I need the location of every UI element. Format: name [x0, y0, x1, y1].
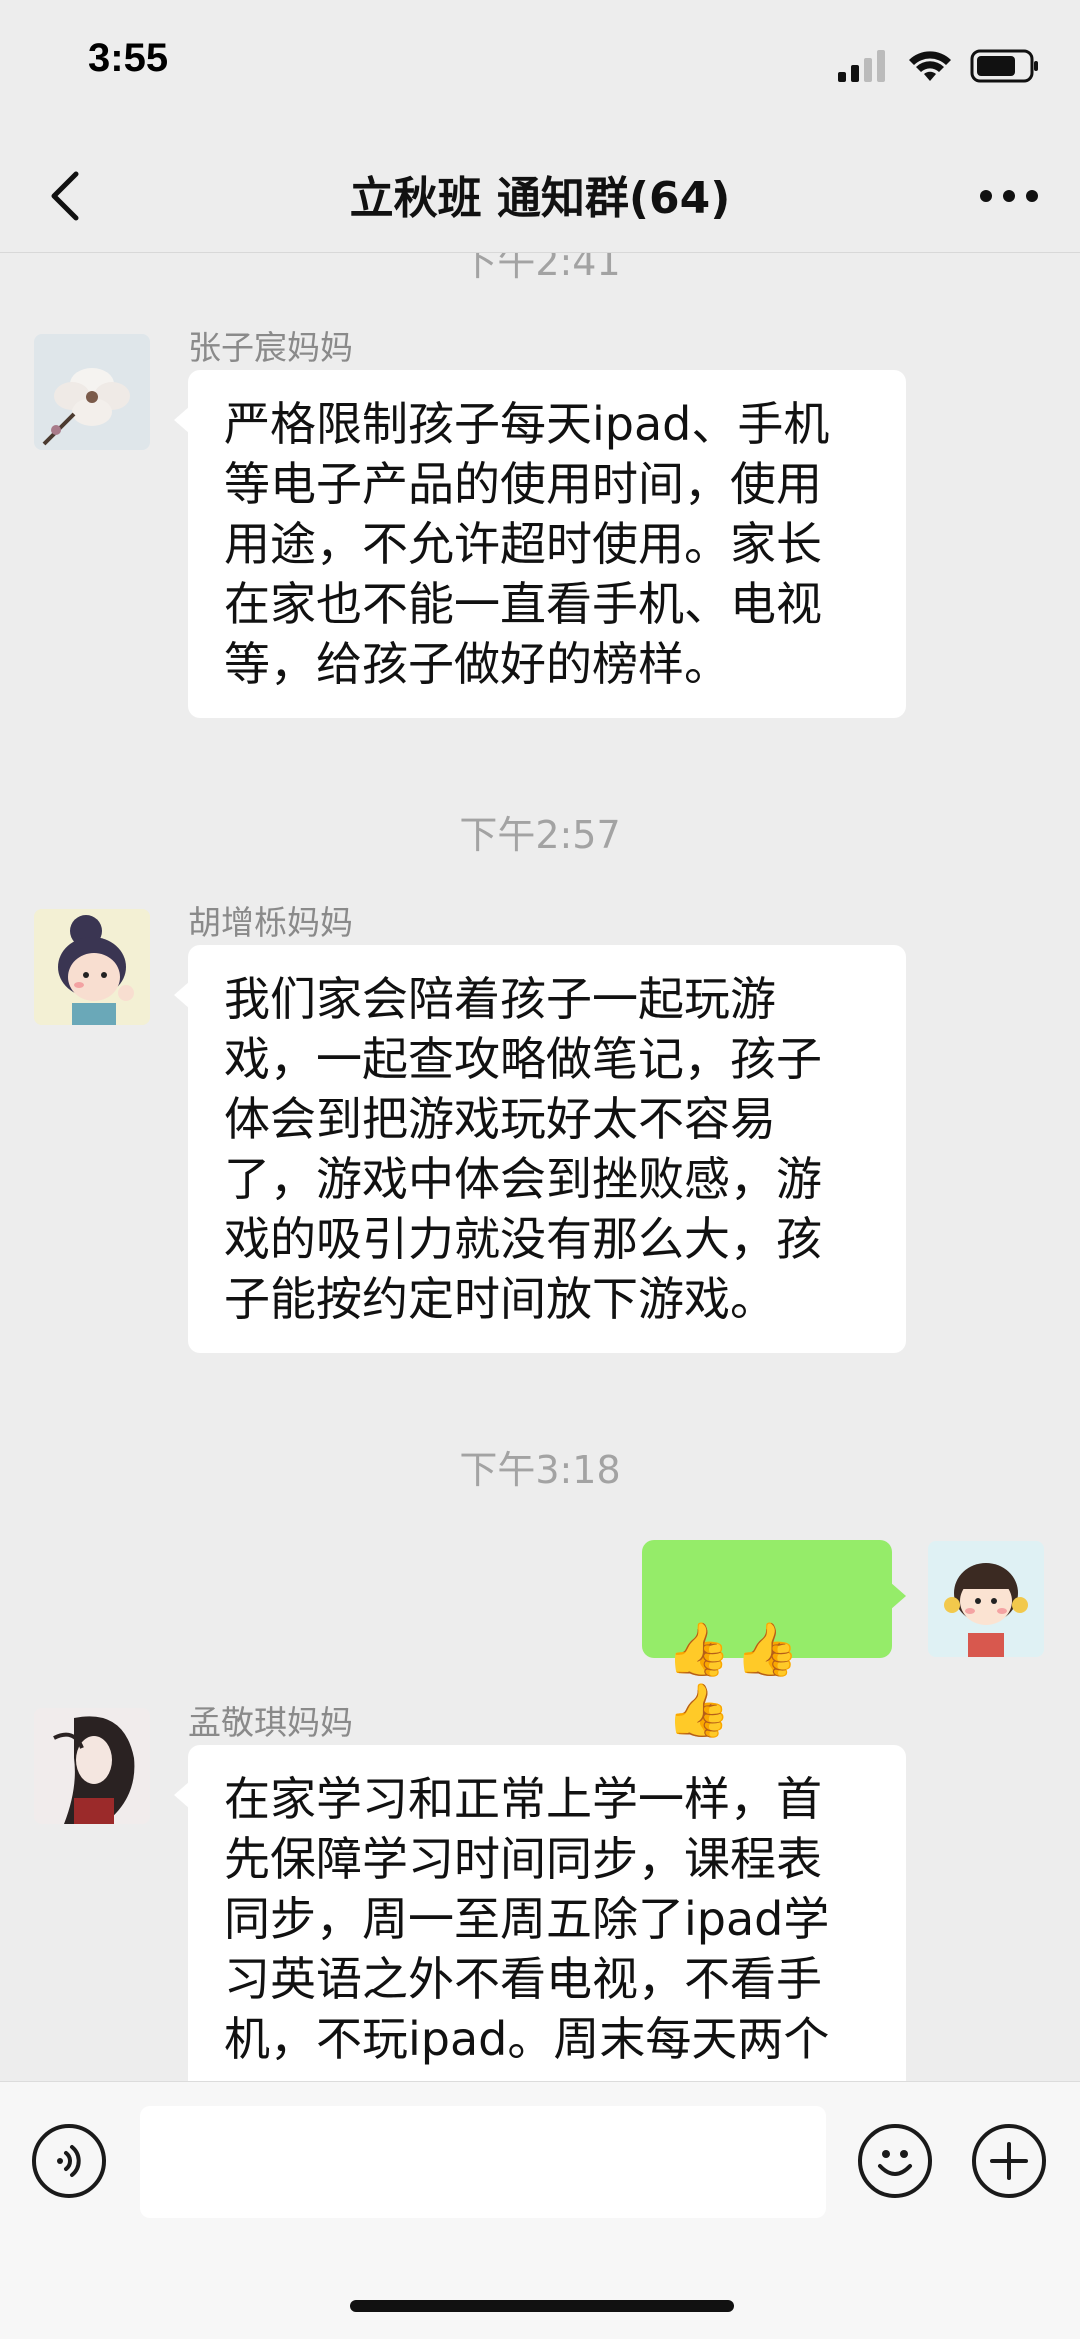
more-button[interactable] [974, 166, 1044, 226]
plus-button[interactable] [972, 2124, 1046, 2198]
timestamp: 下午2:57 [459, 813, 621, 857]
message-bubble[interactable]: 我们家会陪着孩子一起玩游 戏，一起查攻略做笔记，孩子 体会到把游戏玩好太不容易 … [174, 945, 906, 1353]
plus-icon [990, 2142, 1028, 2180]
home-indicator[interactable] [350, 2300, 734, 2312]
more-dots-icon [980, 190, 1038, 202]
wifi-icon [909, 51, 951, 81]
thumbs-up-emoji: 👍👍👍 [666, 1620, 804, 1741]
message-bubble[interactable]: 在家学习和正常上学一样，首 先保障学习时间同步，课程表 同步，周一至周五除了ip… [174, 1745, 906, 2081]
flower-avatar-image [34, 334, 150, 450]
message-bubble[interactable]: 严格限制孩子每天ipad、手机 等电子产品的使用时间，使用 用途，不允许超时使用… [174, 370, 906, 718]
sender-name: 胡增栎妈妈 [188, 903, 353, 942]
timestamp: 下午2:41 [459, 253, 621, 284]
cartoon-kid-avatar-image [928, 1541, 1044, 1657]
self-avatar[interactable] [928, 1541, 1044, 1657]
sender-name: 孟敬琪妈妈 [188, 1703, 353, 1742]
battery-icon [970, 49, 1038, 83]
status-time: 3:55 [88, 36, 169, 80]
emoji-icon [878, 2150, 912, 2176]
cartoon-girl-avatar-image [34, 909, 150, 1025]
self-message-bubble[interactable]: 👍👍👍 [642, 1540, 906, 1741]
status-bar: 3:55 [0, 0, 1080, 140]
sender-name: 张子宸妈妈 [188, 328, 353, 367]
voice-icon [57, 2145, 81, 2177]
voice-button[interactable] [32, 2124, 106, 2198]
nav-bar: 立秋班 通知群(64) [0, 140, 1080, 253]
emoji-button[interactable] [858, 2124, 932, 2198]
message-input[interactable] [140, 2106, 826, 2218]
signal-icon [838, 50, 885, 82]
avatar[interactable] [34, 1708, 150, 1824]
chat-title: 立秋班 通知群(64) [349, 173, 731, 224]
avatar[interactable] [34, 334, 150, 450]
status-icons [838, 46, 1040, 86]
avatar[interactable] [34, 909, 150, 1025]
portrait-avatar-image [34, 1708, 150, 1824]
timestamp: 下午3:18 [459, 1448, 621, 1492]
chat-messages[interactable]: 下午2:41 张子宸妈妈 严格限制孩子每天ipad、手机 等电子产品的使用时间，… [0, 253, 1080, 2081]
